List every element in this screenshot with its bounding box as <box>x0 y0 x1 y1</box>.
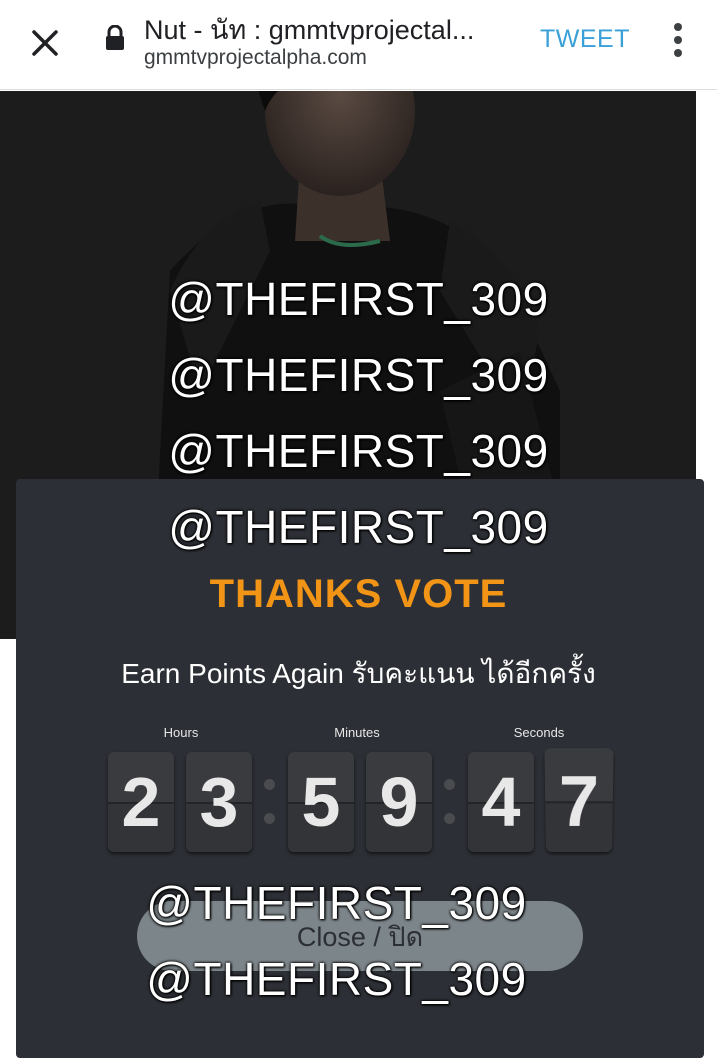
countdown-separator <box>444 813 455 824</box>
countdown-digit: 5 <box>288 752 354 852</box>
overlay-handle: @THEFIRST_309 <box>168 501 549 553</box>
tweet-button[interactable]: TWEET <box>540 25 630 54</box>
minutes-label: Minutes <box>334 725 380 740</box>
countdown-separator <box>444 779 455 790</box>
overlay-handle: @THEFIRST_309 <box>168 349 549 401</box>
countdown-digit: 9 <box>366 752 432 852</box>
countdown-digit: 3 <box>186 752 252 852</box>
countdown-digit: 2 <box>108 752 174 852</box>
earn-points-text: Earn Points Again รับคะแนน ได้อีกครั้ง <box>121 658 596 689</box>
seconds-label: Seconds <box>513 725 565 740</box>
more-options-icon[interactable] <box>666 20 690 60</box>
overlay-handle: @THEFIRST_309 <box>168 425 549 477</box>
close-icon[interactable] <box>22 20 68 66</box>
overlay-handle: @THEFIRST_309 <box>146 877 527 929</box>
page-title: Nut - นัท : gmmtvprojectal... <box>144 15 475 45</box>
lock-icon <box>104 24 126 56</box>
countdown-digit: 4 <box>468 752 534 852</box>
page-url: gmmtvprojectalpha.com <box>144 46 367 69</box>
countdown-separator <box>264 779 275 790</box>
thanks-vote-heading: THANKS VOTE <box>209 572 508 616</box>
countdown-separator <box>264 813 275 824</box>
overlay-handle: @THEFIRST_309 <box>146 953 527 1005</box>
hours-label: Hours <box>163 725 199 740</box>
countdown-digit: 7 <box>544 748 614 852</box>
browser-toolbar: Nut - นัท : gmmtvprojectal... gmmtvproje… <box>0 0 717 90</box>
overlay-handle: @THEFIRST_309 <box>168 273 549 325</box>
